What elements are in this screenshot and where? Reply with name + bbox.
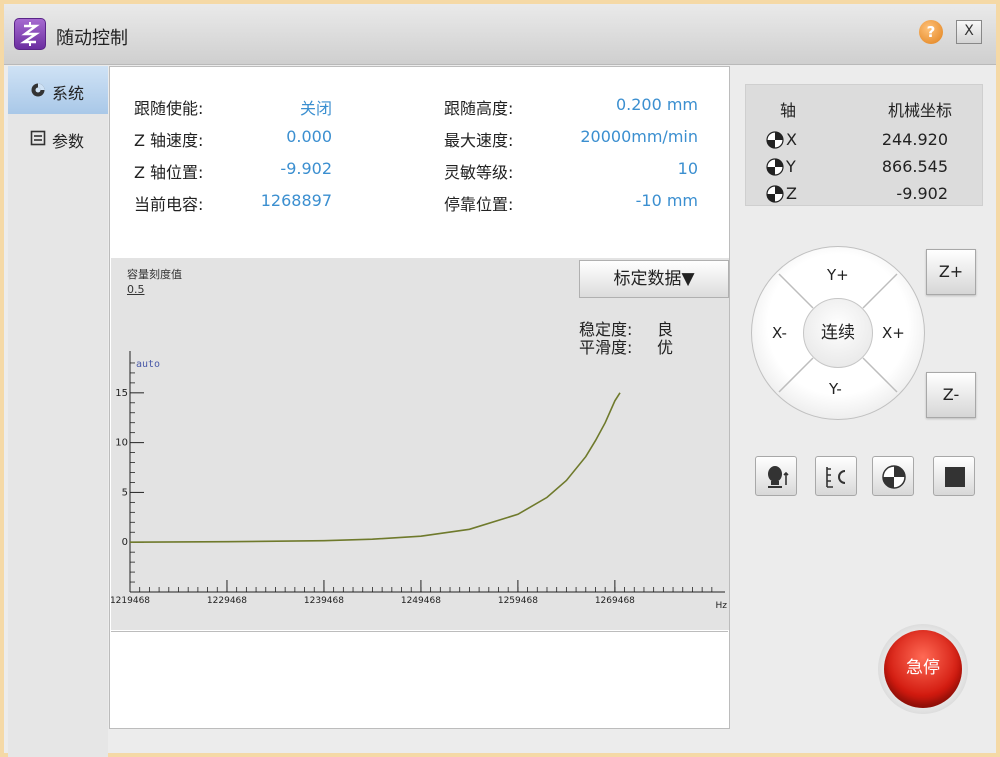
coord-header-machine: 机械坐标 [888,101,953,120]
x-tick-label: 1219468 [111,596,150,606]
jog-x-minus-button[interactable]: X- [772,324,787,342]
touch-probe-button[interactable] [755,456,797,496]
window-title: 随动控制 [56,28,128,49]
calibrate-icon [826,467,846,488]
sensitivity-label: 灵敏等级: [444,163,514,182]
nav-item-params[interactable]: 参数 [8,114,108,162]
x-tick-label: 1249468 [401,596,441,606]
coord-header-axis: 轴 [780,101,797,120]
series-line [129,392,621,543]
x-tick-label: 1269468 [595,596,635,606]
coord-row-x: X 244.920 [746,129,982,153]
log-box [111,631,728,728]
list-icon [30,130,46,146]
x-tick-label: 1239468 [304,596,344,606]
x-tick-label: 1229468 [207,596,247,606]
axis-value: 244.920 [881,130,948,149]
coord-row-y: Y 866.545 [746,156,982,180]
axis-value: -9.902 [896,184,948,203]
left-nav: 系统 参数 [8,66,108,757]
axis-target-icon [766,185,784,203]
z-plus-button[interactable]: Z+ [926,249,976,295]
axis-target-icon [766,158,784,176]
jog-continuous-button[interactable]: 连续 [803,298,873,368]
stop-icon [945,467,965,487]
z-speed-value: 0.000 [286,127,332,146]
y-tick-label: 15 [115,388,128,399]
jog-x-plus-button[interactable]: X+ [882,324,905,342]
follow-enable-label: 跟随使能: [134,99,204,118]
follow-height-value: 0.200 mm [615,95,698,114]
close-button[interactable]: X [956,20,982,44]
y-tick-label: 5 [122,487,128,498]
x-unit-label: Hz [716,601,728,611]
follow-enable-value: 关闭 [299,99,332,118]
capacitance-chart: auto 0 5 10 15 1219468 1229468 1239468 1249468 12… [111,351,728,611]
app-icon [14,18,46,50]
axis-label: Y [786,157,796,176]
stop-position-label: 停靠位置: [444,195,514,214]
home-origin-button[interactable] [872,456,914,496]
axis-label: Z [786,184,797,203]
sensitivity-value: 10 [677,159,698,178]
nav-item-label: 系统 [52,84,85,103]
capacitance-label: 当前电容: [134,195,204,214]
z-speed-label: Z 轴速度: [134,131,204,150]
calibrate-button[interactable] [815,456,857,496]
touch-probe-icon [768,466,789,488]
coord-row-z: Z -9.902 [746,183,982,207]
axis-label: X [786,130,797,149]
follow-height-label: 跟随高度: [444,99,514,118]
coordinate-panel: 轴 机械坐标 X 244.920 Y 866.545 Z -9.902 [745,84,983,206]
app-logo-icon [20,22,40,46]
capacitance-value: 1268897 [260,191,332,210]
stop-position-value: -10 mm [635,191,698,210]
max-speed-value: 20000mm/min [580,127,698,146]
jog-y-minus-button[interactable]: Y- [829,380,842,398]
home-origin-icon [882,465,906,489]
chart-area: 标定数据▼ 容量刻度值 0.5 稳定度: 良 平滑度: 优 auto 0 5 10 15… [111,258,729,630]
axis-value: 866.545 [881,157,948,176]
jog-y-plus-button[interactable]: Y+ [827,266,849,284]
nav-item-system[interactable]: 系统 [8,66,108,114]
nav-item-label: 参数 [52,132,85,151]
title-bar: 随动控制 ? X [4,4,996,65]
max-speed-label: 最大速度: [444,131,514,150]
main-panel: 跟随使能: 关闭 Z 轴速度: 0.000 Z 轴位置: -9.902 当前电容… [109,66,730,729]
x-tick-label: 1259468 [498,596,538,606]
z-position-label: Z 轴位置: [134,163,204,182]
z-minus-button[interactable]: Z- [926,372,976,418]
axis-target-icon [766,131,784,149]
emergency-stop-button[interactable]: 急停 [884,630,962,708]
help-icon[interactable]: ? [919,20,943,44]
y-tick-label: 10 [115,438,128,449]
y-tick-label: 0 [122,537,128,548]
chart-auto-label: auto [136,359,160,370]
window-frame: 随动控制 ? X 系统 参数 跟随使能: 关闭 Z 轴速度: 0.000 Z 轴… [0,0,1000,757]
stop-button[interactable] [933,456,975,496]
gear-icon [31,83,45,97]
z-position-value: -9.902 [280,159,332,178]
